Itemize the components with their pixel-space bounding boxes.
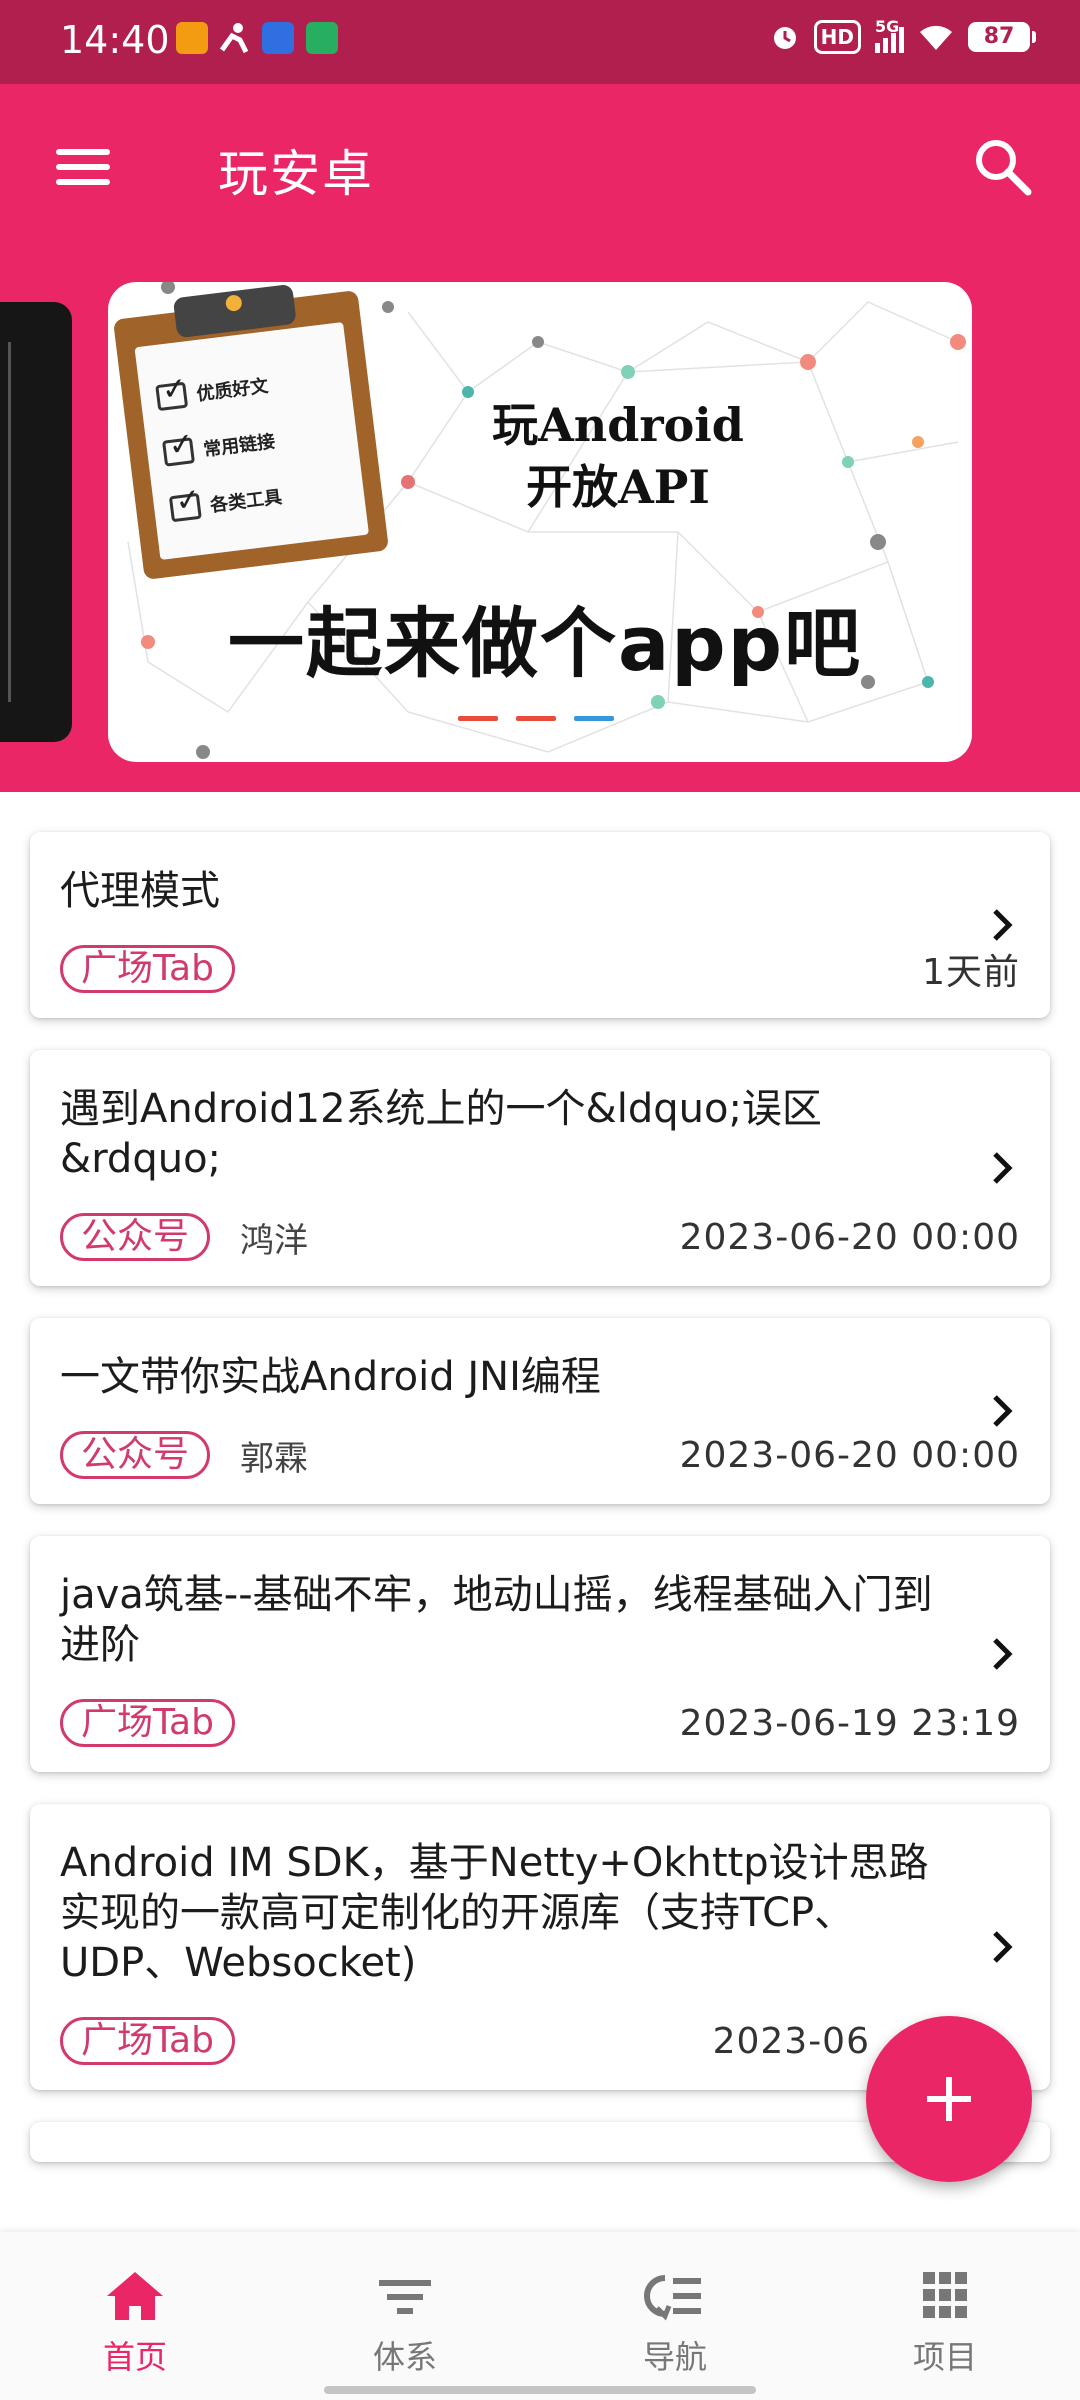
gesture-bar[interactable]: [324, 2386, 756, 2394]
article-card[interactable]: java筑基--基础不牢，地动山摇，线程基础入门到进阶 广场Tab 2023-0…: [30, 1536, 1050, 1772]
chart-notification-icon: [306, 22, 338, 54]
nav-item-label: 项目: [912, 2338, 977, 2376]
chevron-right-icon: [993, 1152, 1013, 1184]
status-bar: 14:40 HD 5G 87: [0, 0, 1080, 84]
article-title: java筑基--基础不牢，地动山摇，线程基础入门到进阶: [60, 1572, 933, 1668]
banner-previous-slide[interactable]: [0, 302, 72, 742]
nav-item-label: 首页: [102, 2338, 167, 2376]
chevron-right-icon: [993, 1395, 1013, 1427]
filter-icon: [379, 2280, 431, 2314]
add-fab-button[interactable]: [866, 2016, 1032, 2182]
banner-slide[interactable]: 优质好文 常用链接 各类工具 玩Android 开放API 一起来做个app吧: [108, 282, 972, 762]
article-tag: 公众号: [60, 1431, 211, 1479]
hamburger-icon: [56, 149, 110, 155]
nav-item-system[interactable]: 体系: [270, 2232, 540, 2400]
article-card[interactable]: 一文带你实战Android JNI编程 公众号 郭霖 2023-06-20 00…: [30, 1318, 1050, 1504]
clipboard-item: 优质好文: [195, 375, 270, 406]
chevron-right-icon: [993, 909, 1013, 941]
nav-item-label: 导航: [642, 2338, 707, 2376]
article-tag: 广场Tab: [60, 945, 235, 993]
carousel-dot: [516, 716, 556, 721]
cellular-signal-icon: 5G: [875, 17, 904, 53]
chevron-right-icon: [993, 1931, 1013, 1963]
article-date: 2023-06-19 23:19: [679, 1702, 1020, 1744]
banner-heading-line: 玩Android: [492, 398, 744, 452]
wifi-icon: [920, 25, 952, 50]
article-tag: 公众号: [60, 1213, 211, 1261]
shield-notification-icon: [262, 22, 294, 54]
search-button[interactable]: [968, 132, 1040, 204]
banner-heading-line: 开放API: [526, 460, 710, 514]
banner-slogan: 一起来做个app吧: [228, 599, 863, 688]
hd-badge: HD: [813, 20, 861, 54]
page-title: 玩安卓: [218, 145, 374, 203]
menu-button[interactable]: [50, 134, 118, 202]
article-title: 代理模式: [60, 868, 220, 914]
checkbox-icon: [168, 492, 202, 523]
search-icon: [976, 140, 1032, 196]
carousel-dot-active: [574, 716, 614, 721]
article-title: 一文带你实战Android JNI编程: [60, 1354, 601, 1400]
person-notification-icon: [218, 22, 250, 54]
article-author: 鸿洋: [240, 1220, 309, 1261]
article-tag: 广场Tab: [60, 2017, 235, 2065]
article-date: 1天前: [922, 952, 1020, 993]
article-date: 2023-06-20 00:00: [679, 1216, 1020, 1258]
article-title: Android IM SDK，基于Netty+Okhttp设计思路实现的一款高可…: [60, 1840, 929, 1986]
nav-item-label: 体系: [372, 2338, 437, 2376]
status-time: 14:40: [60, 18, 170, 62]
bottom-navigation: 首页 体系 导航 项目: [0, 2232, 1080, 2400]
nav-item-navigation[interactable]: 导航: [540, 2232, 810, 2400]
grid-icon: [923, 2272, 967, 2318]
chevron-right-icon: [993, 1638, 1013, 1670]
clipboard-illustration: 优质好文 常用链接 各类工具: [112, 283, 390, 581]
article-tag: 广场Tab: [60, 1699, 235, 1747]
article-date: 2023-06-20 00:00: [679, 1434, 1020, 1476]
app-bar: 玩安卓: [0, 84, 1080, 252]
article-list: 代理模式 广场Tab 1天前 遇到Android12系统上的一个&ldquo;误…: [30, 832, 1050, 2162]
article-title: 遇到Android12系统上的一个&ldquo;误区&rdquo;: [60, 1086, 822, 1182]
nav-item-projects[interactable]: 项目: [810, 2232, 1080, 2400]
banner-carousel[interactable]: 优质好文 常用链接 各类工具 玩Android 开放API 一起来做个app吧: [0, 252, 1080, 792]
network-type-label: 5G: [875, 17, 900, 36]
article-date: 2023-06: [712, 2020, 870, 2062]
carousel-indicator: [458, 716, 614, 721]
clipboard-item: 常用链接: [202, 431, 277, 461]
banner-heading: 玩Android 开放API: [478, 394, 758, 518]
navigation-list-icon: [644, 2275, 701, 2321]
checkbox-icon: [162, 437, 195, 467]
carousel-dot: [458, 716, 498, 721]
home-icon: [107, 2272, 163, 2320]
article-card[interactable]: 代理模式 广场Tab 1天前: [30, 832, 1050, 1018]
alarm-icon: [773, 27, 796, 49]
battery-indicator: 87: [968, 22, 1036, 52]
article-card[interactable]: 遇到Android12系统上的一个&ldquo;误区&rdquo; 公众号 鸿洋…: [30, 1050, 1050, 1286]
clipboard-item: 各类工具: [209, 486, 284, 517]
app-notification-icon: [176, 22, 208, 54]
checkbox-icon: [155, 381, 189, 412]
nav-item-home[interactable]: 首页: [0, 2232, 270, 2400]
article-author: 郭霖: [240, 1438, 309, 1479]
